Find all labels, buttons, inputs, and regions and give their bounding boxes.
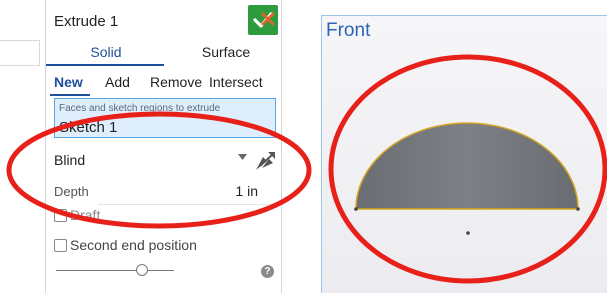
- tab-solid[interactable]: Solid: [71, 44, 141, 60]
- graphics-viewport[interactable]: Front: [321, 15, 607, 293]
- preview-slider[interactable]: [56, 262, 176, 278]
- tab-active-indicator: [46, 64, 164, 66]
- help-icon[interactable]: ?: [261, 265, 274, 278]
- depth-value: 1 in: [235, 183, 258, 199]
- faces-selection-field[interactable]: Faces and sketch regions to extrude Sket…: [54, 98, 276, 138]
- depth-field[interactable]: Depth 1 in: [54, 181, 278, 205]
- end-type-dropdown[interactable]: Blind: [54, 150, 278, 172]
- faces-field-value: Sketch 1: [59, 119, 118, 136]
- op-intersect[interactable]: Intersect: [209, 74, 263, 90]
- draft-checkbox[interactable]: [54, 209, 67, 222]
- depth-underline: [98, 204, 278, 205]
- second-end-label: Second end position: [70, 237, 197, 253]
- op-active-indicator: [50, 94, 90, 96]
- draft-label: Draft: [70, 207, 101, 223]
- op-remove[interactable]: Remove: [150, 74, 202, 90]
- end-type-value: Blind: [54, 152, 86, 168]
- depth-label: Depth: [54, 184, 89, 199]
- cancel-button[interactable]: [258, 9, 278, 29]
- extrude-preview: [354, 122, 580, 235]
- second-end-checkbox[interactable]: [54, 239, 67, 252]
- slider-thumb[interactable]: [136, 264, 148, 276]
- sketch-endpoint-left: [354, 207, 358, 211]
- flip-direction-icon[interactable]: [254, 150, 276, 172]
- chevron-down-icon: [238, 154, 247, 160]
- dialog-title: Extrude 1: [54, 13, 119, 30]
- slider-track: [56, 270, 174, 271]
- sketch-endpoint-right: [576, 207, 580, 211]
- semicircle-solid: [355, 122, 579, 210]
- faces-field-caption: Faces and sketch regions to extrude: [59, 103, 221, 114]
- close-icon: [261, 12, 275, 26]
- body-type-tabs: Solid Surface: [46, 38, 283, 66]
- extrude-dialog: Extrude 1 Solid Surface New Add Remove I…: [45, 0, 282, 293]
- tab-surface[interactable]: Surface: [186, 44, 266, 60]
- op-add[interactable]: Add: [105, 74, 130, 90]
- canvas-edge-fragment: [0, 40, 40, 66]
- origin-point: [466, 231, 470, 235]
- operation-tabs: New Add Remove Intersect: [46, 68, 283, 96]
- op-new[interactable]: New: [54, 74, 83, 90]
